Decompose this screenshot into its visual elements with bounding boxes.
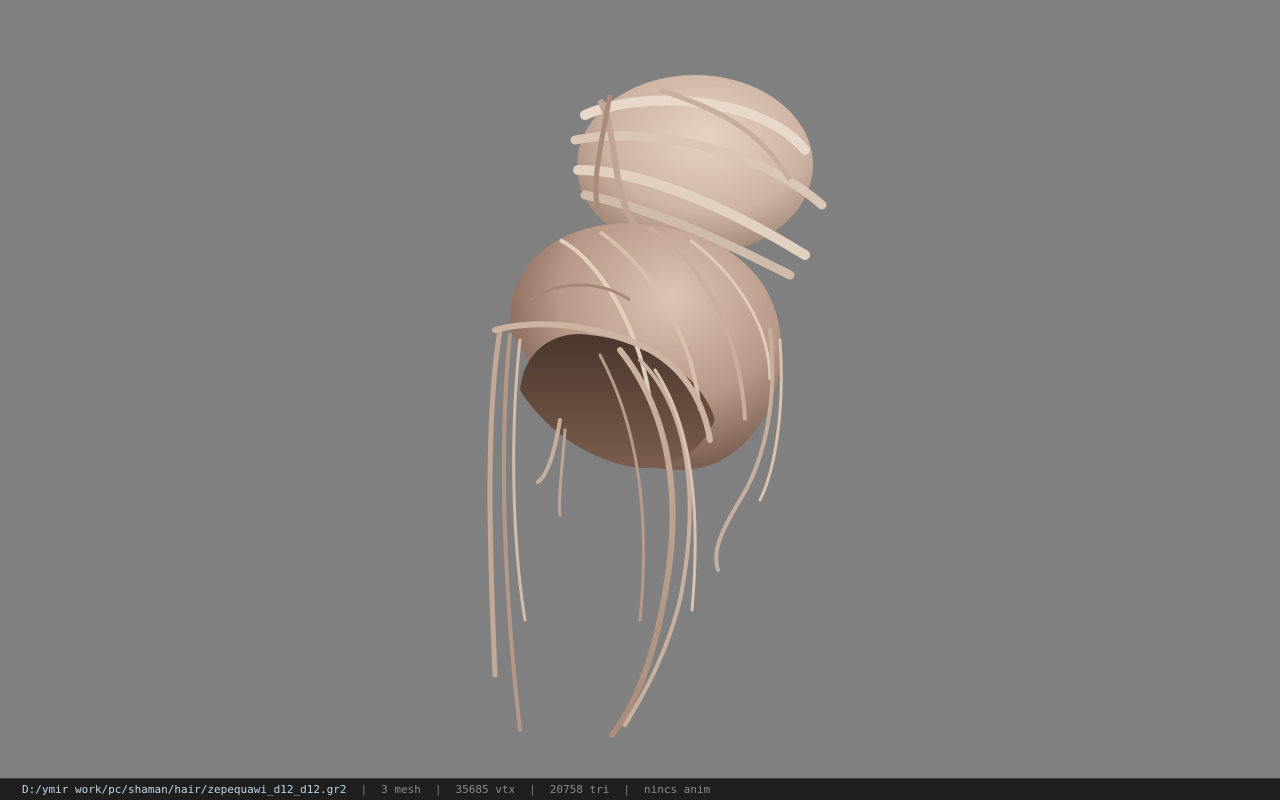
file-path: D:/ymir work/pc/shaman/hair/zepequawi_d1… xyxy=(22,783,347,796)
separator: | xyxy=(623,783,630,796)
separator: | xyxy=(434,783,442,796)
separator: | xyxy=(529,783,536,796)
vertex-count: 35685 vtx xyxy=(455,783,516,796)
hair-model-render xyxy=(487,75,827,738)
mesh-count: 3 mesh xyxy=(381,783,421,796)
separator: | xyxy=(360,783,368,796)
triangle-count: 20758 tri xyxy=(549,783,610,796)
anim-status: nincs anim xyxy=(643,783,711,796)
status-bar: D:/ymir work/pc/shaman/hair/zepequawi_d1… xyxy=(0,778,1280,800)
3d-viewport[interactable] xyxy=(0,0,1280,778)
